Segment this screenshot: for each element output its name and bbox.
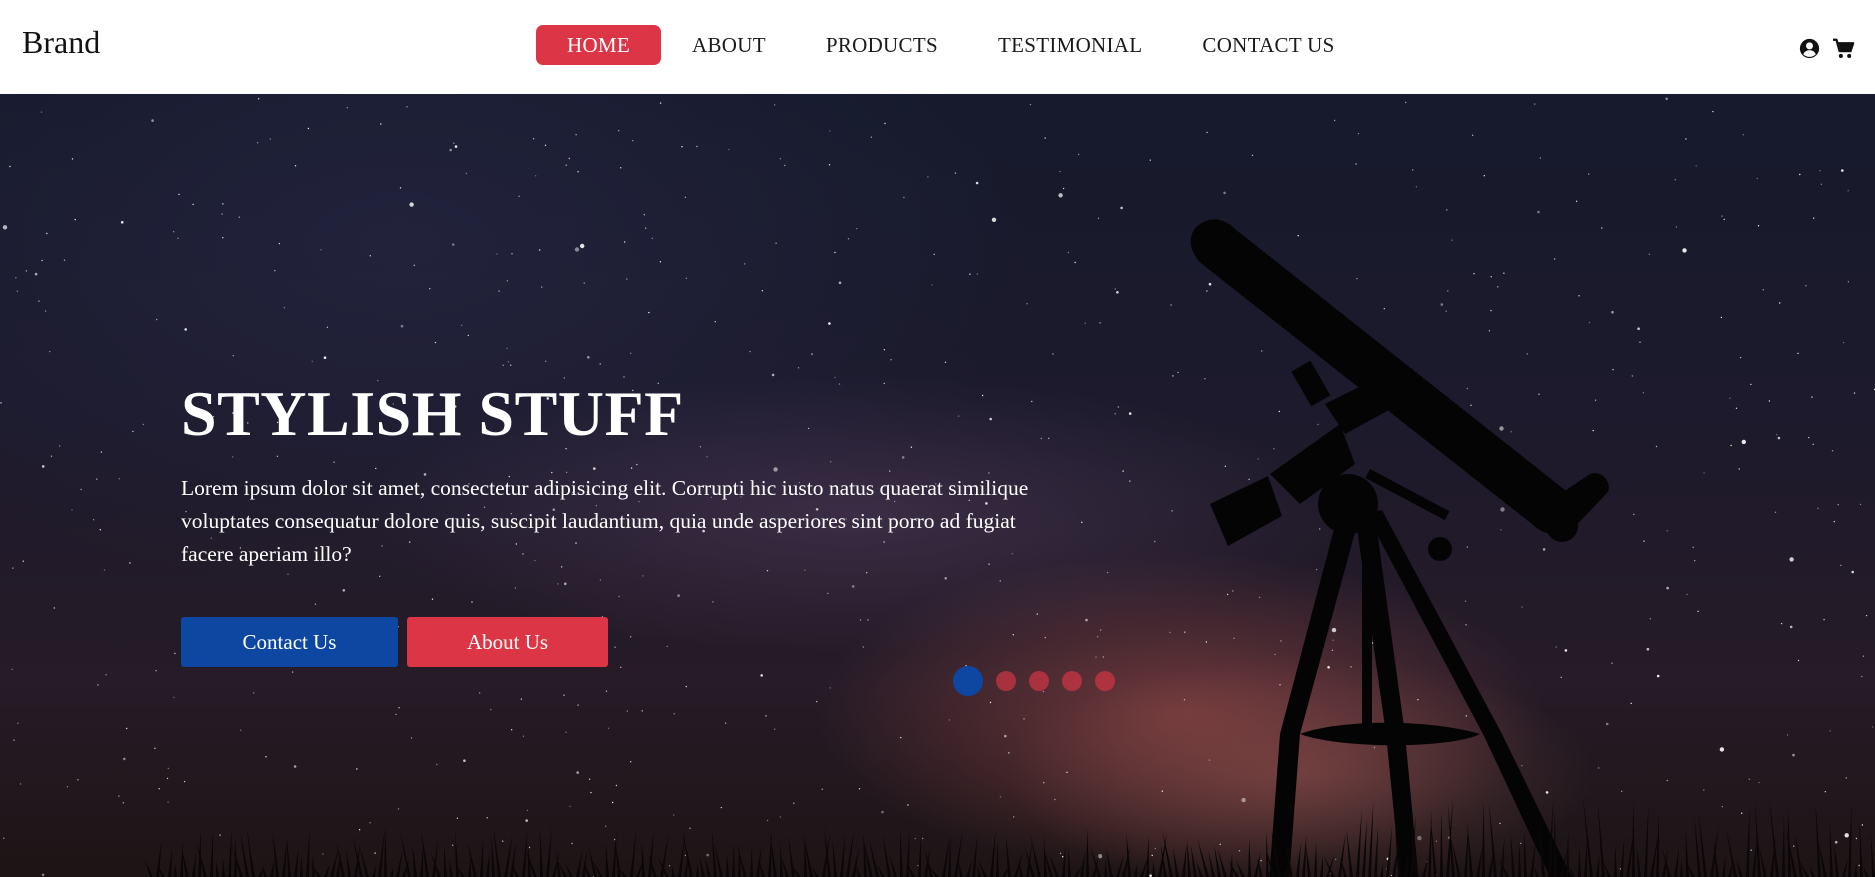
- nav-icons: [1787, 36, 1855, 60]
- carousel-dot-5[interactable]: [1095, 671, 1115, 691]
- hero-description: Lorem ipsum dolor sit amet, consectetur …: [181, 476, 1029, 566]
- nav-link-testimonial[interactable]: TESTIMONIAL: [998, 25, 1142, 65]
- main-nav: HOME ABOUT PRODUCTS TESTIMONIAL CONTACT …: [536, 25, 1335, 65]
- nav-link-contact-us[interactable]: CONTACT US: [1202, 25, 1334, 65]
- carousel-dot-1[interactable]: [953, 666, 983, 696]
- navbar: Brand HOME ABOUT PRODUCTS TESTIMONIAL CO…: [0, 0, 1875, 94]
- nav-link-products[interactable]: PRODUCTS: [826, 25, 938, 65]
- carousel-dot-3[interactable]: [1029, 671, 1049, 691]
- carousel-dot-4[interactable]: [1062, 671, 1082, 691]
- hero-title: STYLISH STUFF: [181, 378, 684, 449]
- telescope-silhouette: [1190, 219, 1609, 877]
- hero-section: STYLISH STUFF Lorem ipsum dolor sit amet…: [0, 94, 1875, 877]
- grass-silhouette: [144, 797, 1875, 877]
- about-us-button[interactable]: About Us: [407, 617, 608, 667]
- shopping-cart-icon[interactable]: [1831, 36, 1855, 60]
- nav-link-about[interactable]: ABOUT: [692, 25, 766, 65]
- brand-logo[interactable]: Brand: [22, 24, 100, 61]
- carousel-dot-2[interactable]: [996, 671, 1016, 691]
- contact-us-button[interactable]: Contact Us: [181, 617, 398, 667]
- carousel-indicators: [953, 666, 1115, 696]
- nav-link-home[interactable]: HOME: [536, 25, 661, 65]
- user-circle-icon[interactable]: [1797, 36, 1821, 60]
